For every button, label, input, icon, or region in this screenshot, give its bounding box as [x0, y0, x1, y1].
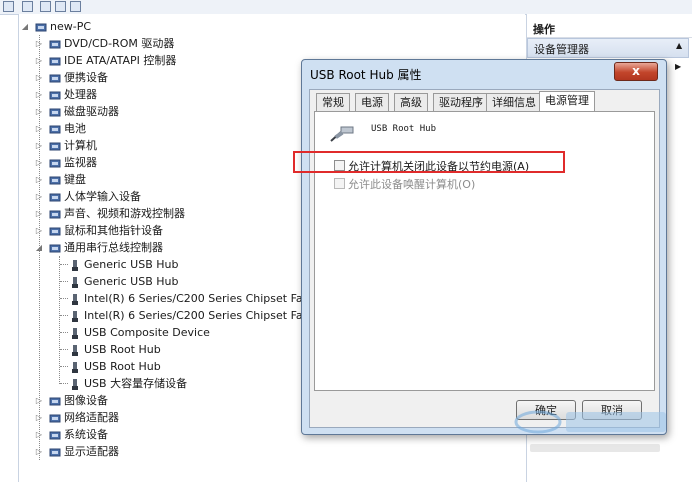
tree-connector	[60, 298, 68, 299]
tree-row[interactable]: ▷ DVD/CD-ROM 驱动器	[19, 35, 519, 52]
battery-icon	[49, 123, 61, 134]
computer-icon	[49, 140, 61, 151]
portable-device-icon	[49, 72, 61, 83]
usb-device-icon	[69, 378, 81, 390]
close-button[interactable]: x	[614, 62, 658, 81]
computer-icon	[35, 21, 47, 32]
keyboard-icon	[49, 174, 61, 185]
tree-row-label: 图像设备	[64, 394, 108, 407]
tree-row-label: 显示适配器	[64, 445, 119, 458]
display-adapter-icon	[49, 446, 61, 457]
toolbar	[0, 0, 692, 15]
allow-wake-label: 允许此设备唤醒计算机(O)	[348, 178, 476, 191]
dvd-drive-icon	[49, 38, 61, 49]
usb-child-label: Intel(R) 6 Series/C200 Series Chipset Fa…	[84, 309, 326, 322]
tree-row-label: 磁盘驱动器	[64, 105, 119, 118]
usb-child-label: Generic USB Hub	[84, 258, 179, 271]
action-header: 操作	[527, 19, 692, 38]
processor-icon	[49, 89, 61, 100]
usb-child-label: USB 大容量存储设备	[84, 377, 188, 390]
monitor-icon	[49, 157, 61, 168]
usb-device-icon	[69, 259, 81, 271]
usb-device-icon	[69, 361, 81, 373]
tab-power-management[interactable]: 电源管理	[539, 91, 595, 112]
tree-row-label: 通用串行总线控制器	[64, 241, 163, 254]
tree-connector	[60, 383, 68, 384]
highlight-box	[293, 151, 565, 173]
usb-child-label: Intel(R) 6 Series/C200 Series Chipset Fa…	[84, 292, 326, 305]
usb-controller-icon	[49, 242, 61, 253]
imaging-device-icon	[49, 395, 61, 406]
update-driver-icon[interactable]	[70, 1, 81, 12]
tree-row-label: 监视器	[64, 156, 97, 169]
collapse-arrow-icon[interactable]: ◢	[21, 18, 29, 35]
disk-drive-icon	[49, 106, 61, 117]
usb-device-icon	[69, 310, 81, 322]
usb-device-icon	[69, 293, 81, 305]
tree-connector	[60, 366, 68, 367]
tree-row-label: 便携设备	[64, 71, 108, 84]
tree-connector	[39, 35, 40, 460]
tab-power[interactable]: 电源	[355, 93, 389, 111]
usb-child-label: USB Root Hub	[84, 360, 161, 373]
tree-row-label: IDE ATA/ATAPI 控制器	[64, 54, 177, 67]
tree-row[interactable]: ▷ 显示适配器	[19, 443, 519, 460]
ide-controller-icon	[49, 55, 61, 66]
action-header-label: 操作	[533, 23, 555, 36]
more-actions-icon[interactable]: ▶	[675, 62, 681, 71]
tree-connector	[60, 264, 68, 265]
tree-row-label: DVD/CD-ROM 驱动器	[64, 37, 175, 50]
tab-details[interactable]: 详细信息	[486, 93, 542, 111]
tree-row-label: 键盘	[64, 173, 86, 186]
tree-row-label: 系统设备	[64, 428, 108, 441]
dialog-body: 常规 电源 高级 驱动程序 详细信息 电源管理 USB Root Hub 允许计…	[309, 89, 660, 428]
usb-device-icon	[330, 126, 354, 142]
usb-child-label: USB Composite Device	[84, 326, 210, 339]
uninstall-icon[interactable]	[55, 1, 66, 12]
tree-row-label: new-PC	[50, 20, 92, 33]
action-item-label: 设备管理器	[534, 43, 589, 56]
tree-row-label: 鼠标和其他指针设备	[64, 224, 163, 237]
tree-connector	[60, 281, 68, 282]
action-device-manager[interactable]: 设备管理器 ▲	[527, 38, 689, 58]
mouse-icon	[49, 225, 61, 236]
dialog-title: USB Root Hub 属性	[310, 68, 422, 82]
tab-general[interactable]: 常规	[316, 93, 350, 111]
sound-icon	[49, 208, 61, 219]
tab-advanced[interactable]: 高级	[394, 93, 428, 111]
usb-child-label: USB Root Hub	[84, 343, 161, 356]
tree-row-label: 声音、视频和游戏控制器	[64, 207, 185, 220]
tree-connector	[60, 332, 68, 333]
hid-icon	[49, 191, 61, 202]
allow-wake-checkbox[interactable]	[334, 178, 345, 189]
usb-device-icon	[69, 327, 81, 339]
tree-connector	[60, 349, 68, 350]
tree-row-label: 计算机	[64, 139, 97, 152]
collapse-icon[interactable]: ▲	[676, 41, 682, 50]
usb-child-label: Generic USB Hub	[84, 275, 179, 288]
device-name-label: USB Root Hub	[371, 124, 437, 134]
properties-icon[interactable]	[40, 1, 51, 12]
tree-row-label: 电池	[64, 122, 86, 135]
network-adapter-icon	[49, 412, 61, 423]
system-device-icon	[49, 429, 61, 440]
usb-device-icon	[69, 344, 81, 356]
sogou-watermark-logo	[514, 410, 666, 452]
usb-device-icon	[69, 276, 81, 288]
tree-row-label: 人体学输入设备	[64, 190, 141, 203]
tree-connector	[59, 256, 60, 384]
tab-driver[interactable]: 驱动程序	[433, 93, 489, 111]
properties-dialog: USB Root Hub 属性 x 常规 电源 高级 驱动程序 详细信息 电源管…	[301, 59, 667, 435]
tree-row[interactable]: ◢ new-PC	[19, 18, 519, 35]
scan-icon[interactable]	[22, 1, 33, 12]
tree-connector	[60, 315, 68, 316]
tree-row-label: 处理器	[64, 88, 97, 101]
tree-row-label: 网络适配器	[64, 411, 119, 424]
back-icon[interactable]	[3, 1, 14, 12]
